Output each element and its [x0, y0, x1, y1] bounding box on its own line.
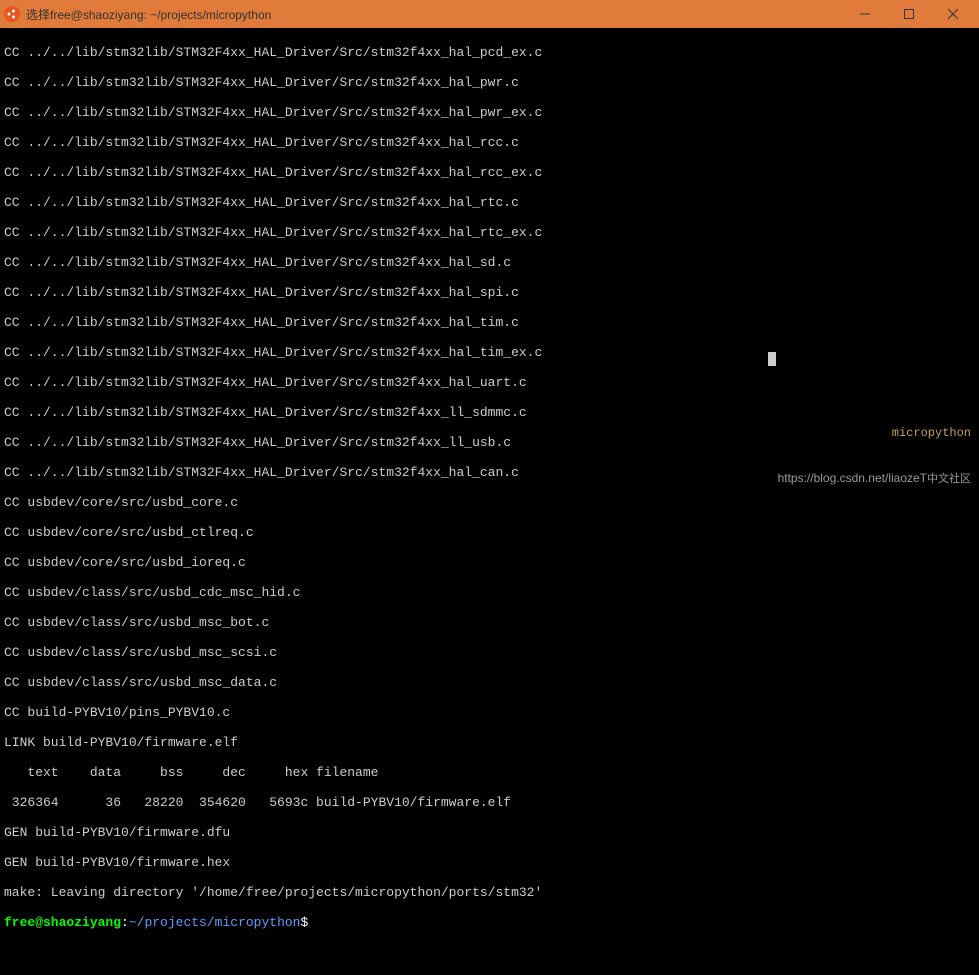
output-line: CC ../../lib/stm32lib/STM32F4xx_HAL_Driv…	[4, 45, 975, 60]
output-line: CC usbdev/core/src/usbd_ioreq.c	[4, 555, 975, 570]
output-line: CC usbdev/class/src/usbd_msc_data.c	[4, 675, 975, 690]
prompt-path: ~/projects/micropython	[129, 915, 301, 930]
titlebar: 选择free@shaoziyang: ~/projects/micropytho…	[0, 0, 979, 28]
minimize-button[interactable]	[843, 0, 887, 28]
output-line: CC ../../lib/stm32lib/STM32F4xx_HAL_Driv…	[4, 105, 975, 120]
output-line: CC usbdev/class/src/usbd_msc_bot.c	[4, 615, 975, 630]
output-line: CC ../../lib/stm32lib/STM32F4xx_HAL_Driv…	[4, 315, 975, 330]
output-line: CC usbdev/class/src/usbd_msc_scsi.c	[4, 645, 975, 660]
watermark-text: micropython	[778, 426, 971, 441]
watermark: micropython https://blog.csdn.net/liaoze…	[778, 396, 971, 502]
output-line: CC ../../lib/stm32lib/STM32F4xx_HAL_Driv…	[4, 135, 975, 150]
output-line: CC ../../lib/stm32lib/STM32F4xx_HAL_Driv…	[4, 345, 975, 360]
output-line: CC ../../lib/stm32lib/STM32F4xx_HAL_Driv…	[4, 195, 975, 210]
terminal-cursor	[768, 352, 776, 366]
output-line: GEN build-PYBV10/firmware.dfu	[4, 825, 975, 840]
close-button[interactable]	[931, 0, 975, 28]
window-controls	[843, 0, 975, 28]
prompt-line: free@shaoziyang:~/projects/micropython$	[4, 915, 975, 930]
ubuntu-icon	[4, 6, 20, 22]
prompt-user: free@shaoziyang	[4, 915, 121, 930]
output-line: text data bss dec hex filename	[4, 765, 975, 780]
prompt-colon: :	[121, 915, 129, 930]
watermark-cn: 中文社区	[927, 473, 971, 485]
output-line: make: Leaving directory '/home/free/proj…	[4, 885, 975, 900]
output-line: CC ../../lib/stm32lib/STM32F4xx_HAL_Driv…	[4, 375, 975, 390]
output-line: 326364 36 28220 354620 5693c build-PYBV1…	[4, 795, 975, 810]
output-line: CC ../../lib/stm32lib/STM32F4xx_HAL_Driv…	[4, 225, 975, 240]
output-line: CC ../../lib/stm32lib/STM32F4xx_HAL_Driv…	[4, 165, 975, 180]
output-line: CC ../../lib/stm32lib/STM32F4xx_HAL_Driv…	[4, 285, 975, 300]
prompt-dollar: $	[300, 915, 308, 930]
output-line: LINK build-PYBV10/firmware.elf	[4, 735, 975, 750]
output-line: GEN build-PYBV10/firmware.hex	[4, 855, 975, 870]
terminal-output[interactable]: CC ../../lib/stm32lib/STM32F4xx_HAL_Driv…	[0, 28, 979, 512]
output-line: CC ../../lib/stm32lib/STM32F4xx_HAL_Driv…	[4, 255, 975, 270]
output-line: CC build-PYBV10/pins_PYBV10.c	[4, 705, 975, 720]
output-line: CC ../../lib/stm32lib/STM32F4xx_HAL_Driv…	[4, 75, 975, 90]
output-line: CC usbdev/class/src/usbd_cdc_msc_hid.c	[4, 585, 975, 600]
output-line: CC usbdev/core/src/usbd_ctlreq.c	[4, 525, 975, 540]
maximize-button[interactable]	[887, 0, 931, 28]
watermark-url: https://blog.csdn.net/liaozeT	[778, 471, 927, 485]
window-title: 选择free@shaoziyang: ~/projects/micropytho…	[26, 6, 843, 23]
